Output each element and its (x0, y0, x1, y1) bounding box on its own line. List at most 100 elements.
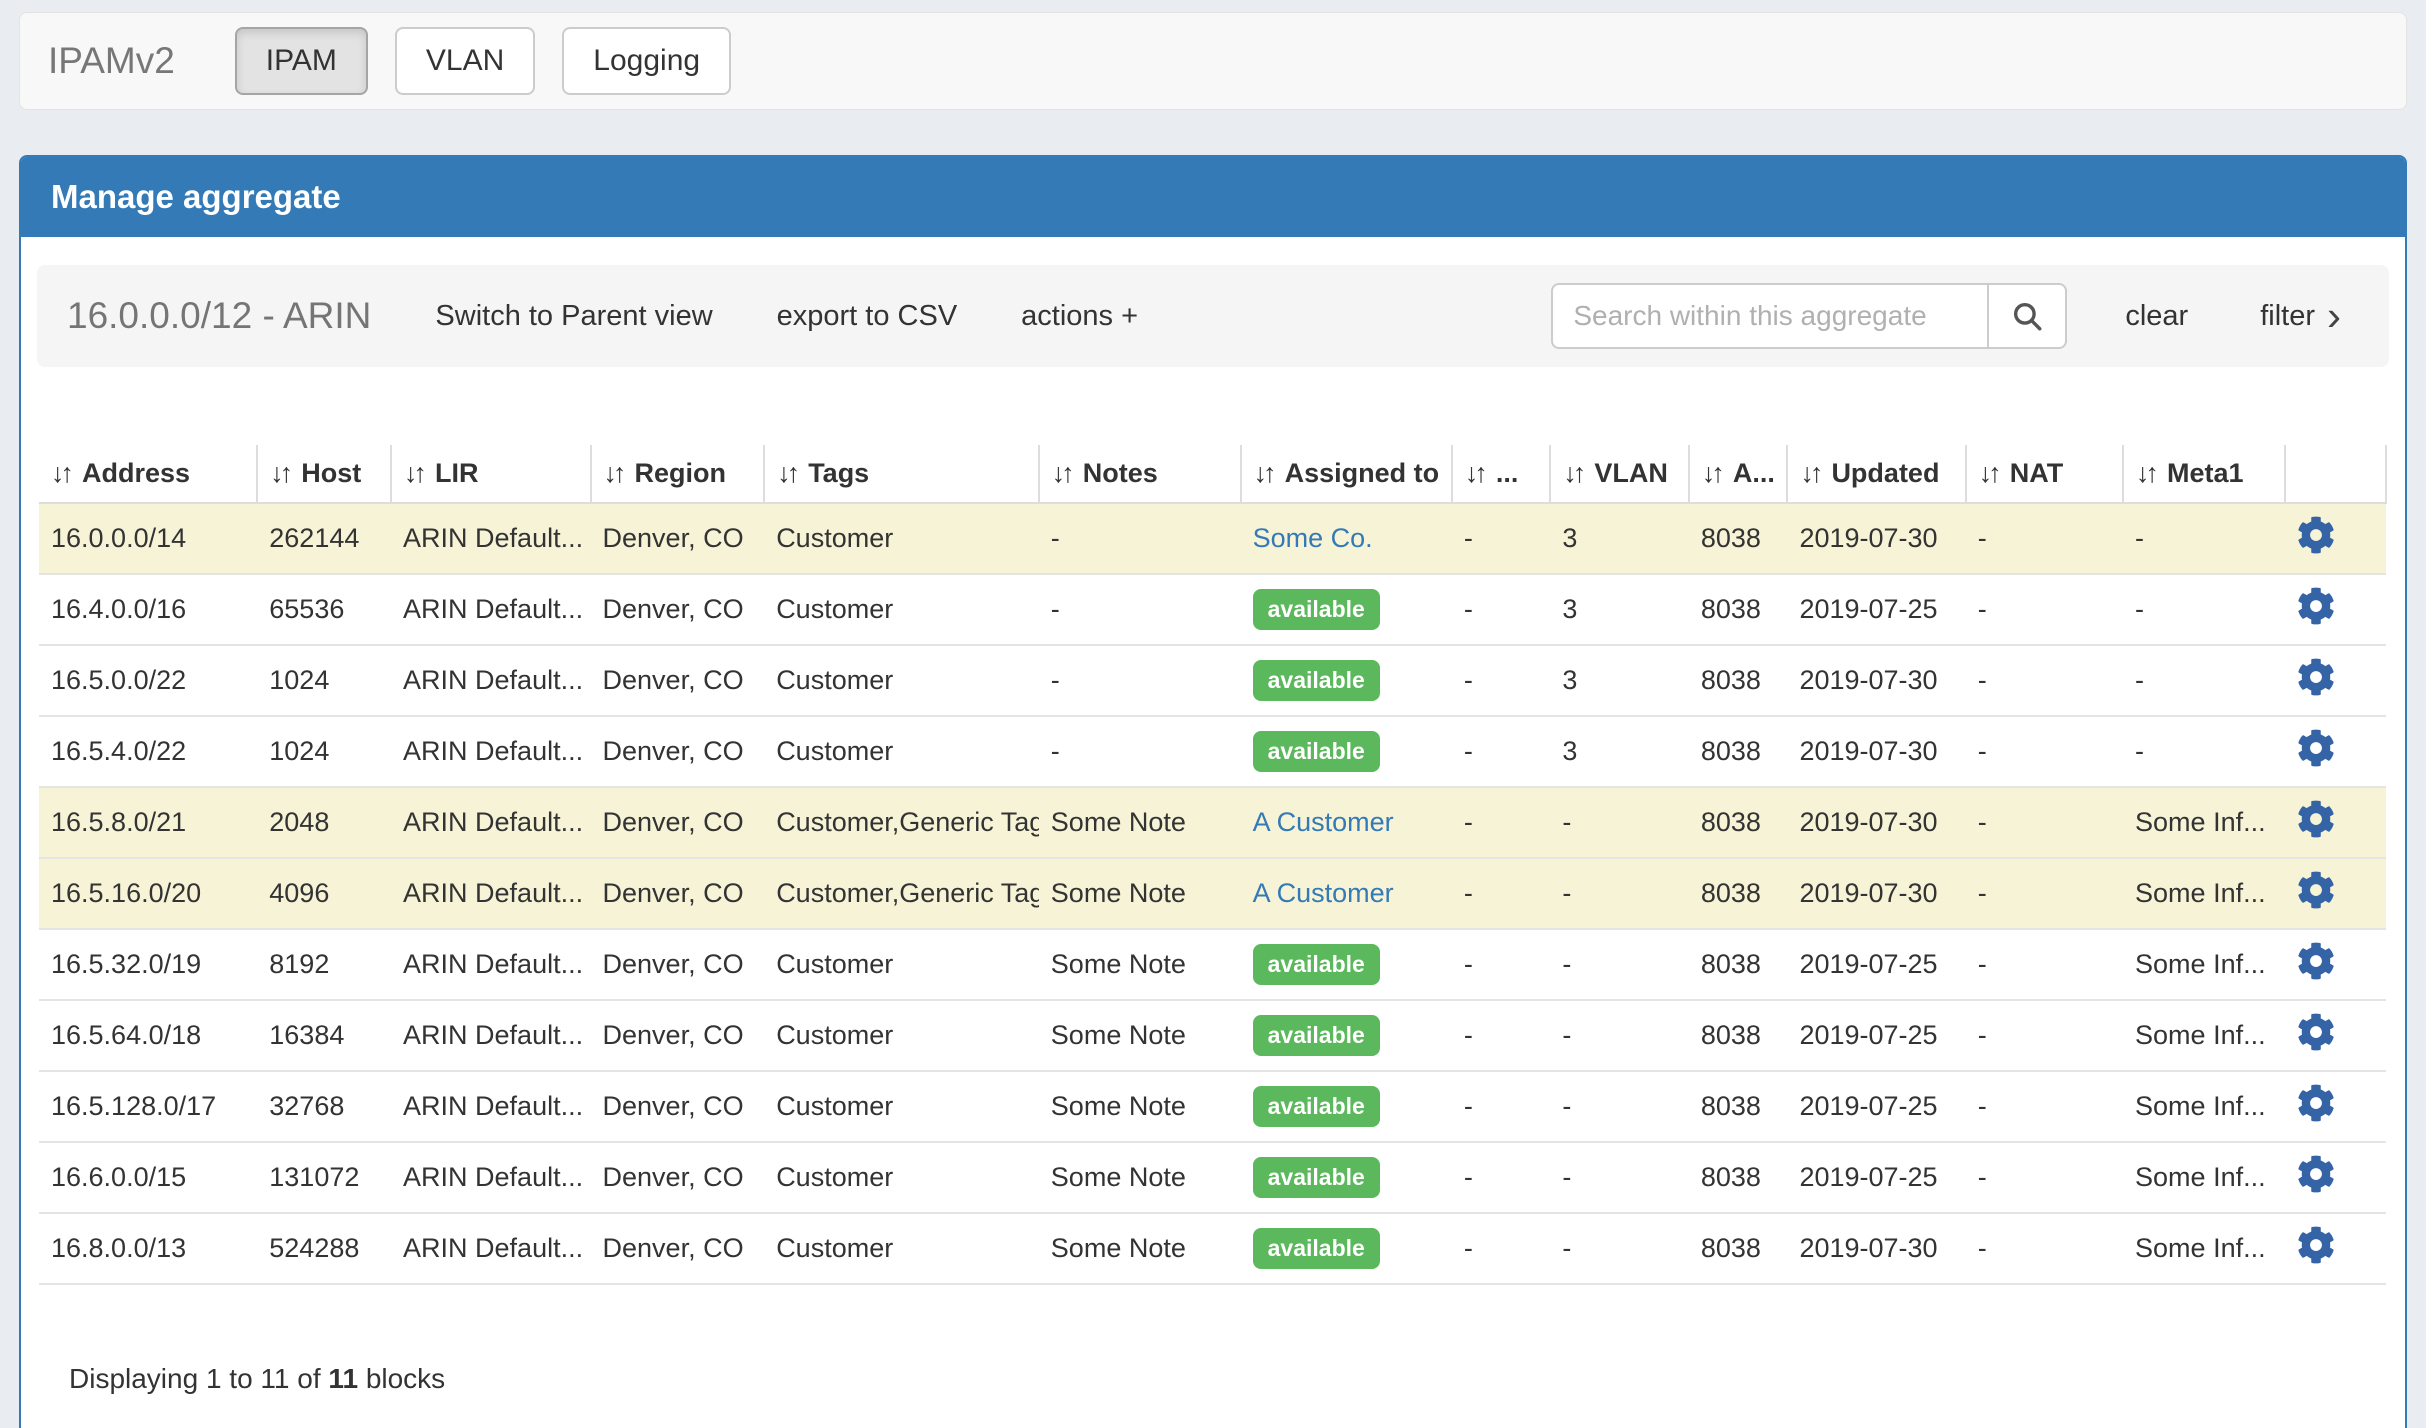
table-row[interactable]: 16.8.0.0/13 524288 ARIN Default... Denve… (39, 1213, 2386, 1284)
assigned-link[interactable]: A Customer (1253, 878, 1394, 908)
footer-prefix: Displaying 1 to 11 of (69, 1363, 321, 1394)
table-row[interactable]: 16.6.0.0/15 131072 ARIN Default... Denve… (39, 1142, 2386, 1213)
table-row[interactable]: 16.5.128.0/17 32768 ARIN Default... Denv… (39, 1071, 2386, 1142)
table-row[interactable]: 16.5.8.0/21 2048 ARIN Default... Denver,… (39, 787, 2386, 858)
tab-logging[interactable]: Logging (562, 27, 731, 95)
table-row[interactable]: 16.5.16.0/20 4096 ARIN Default... Denver… (39, 858, 2386, 929)
column-header-address[interactable]: ↓↑Address (39, 445, 257, 503)
column-header-lir[interactable]: ↓↑LIR (391, 445, 590, 503)
cell-a-truncated: 8038 (1689, 716, 1788, 787)
column-label: NAT (2010, 458, 2064, 488)
column-label: LIR (435, 458, 479, 488)
cell-vlan: 3 (1550, 503, 1688, 574)
cell-nat: - (1966, 645, 2123, 716)
table-row[interactable]: 16.5.0.0/22 1024 ARIN Default... Denver,… (39, 645, 2386, 716)
sort-icon: ↓↑ (1465, 458, 1484, 488)
tab-ipam[interactable]: IPAM (235, 27, 368, 95)
cell-tags: Customer (764, 1071, 1039, 1142)
search-button[interactable] (1989, 283, 2067, 349)
cell-address: 16.6.0.0/15 (39, 1142, 257, 1213)
table-row[interactable]: 16.0.0.0/14 262144 ARIN Default... Denve… (39, 503, 2386, 574)
gear-icon[interactable] (2297, 1013, 2335, 1051)
cell-meta1: Some Inf... (2123, 1142, 2285, 1213)
cell-notes: Some Note (1039, 1213, 1241, 1284)
cell-a-truncated: 8038 (1689, 503, 1788, 574)
cell-tags: Customer (764, 1213, 1039, 1284)
cell-a-truncated: 8038 (1689, 787, 1788, 858)
cell-notes: Some Note (1039, 1071, 1241, 1142)
cell-tags: Customer (764, 1142, 1039, 1213)
gear-icon[interactable] (2297, 1084, 2335, 1122)
cell-region: Denver, CO (591, 1071, 765, 1142)
status-badge: available (1253, 660, 1380, 701)
gear-icon[interactable] (2297, 871, 2335, 909)
status-badge: available (1253, 1086, 1380, 1127)
cell-tags: Customer (764, 503, 1039, 574)
cell-meta1: - (2123, 574, 2285, 645)
panel-header: Manage aggregate (21, 157, 2405, 237)
cell-tags: Customer (764, 645, 1039, 716)
cell-truncated: - (1452, 1000, 1551, 1071)
column-header-meta1[interactable]: ↓↑Meta1 (2123, 445, 2285, 503)
cell-a-truncated: 8038 (1689, 645, 1788, 716)
cell-a-truncated: 8038 (1689, 929, 1788, 1000)
export-csv-link[interactable]: export to CSV (777, 300, 958, 333)
cell-nat: - (1966, 1213, 2123, 1284)
column-header-region[interactable]: ↓↑Region (591, 445, 765, 503)
column-header-vlan[interactable]: ↓↑VLAN (1550, 445, 1688, 503)
cell-nat: - (1966, 1071, 2123, 1142)
status-badge: available (1253, 1015, 1380, 1056)
aggregate-toolbar: 16.0.0.0/12 - ARIN Switch to Parent view… (37, 265, 2389, 367)
aggregate-title: 16.0.0.0/12 - ARIN (67, 295, 371, 337)
gear-icon[interactable] (2297, 729, 2335, 767)
table-row[interactable]: 16.5.4.0/22 1024 ARIN Default... Denver,… (39, 716, 2386, 787)
gear-icon[interactable] (2297, 1226, 2335, 1264)
cell-assigned-to: available (1241, 929, 1452, 1000)
cell-a-truncated: 8038 (1689, 574, 1788, 645)
column-header-notes[interactable]: ↓↑Notes (1039, 445, 1241, 503)
column-header-a-truncated[interactable]: ↓↑A... (1689, 445, 1788, 503)
tab-vlan[interactable]: VLAN (395, 27, 535, 95)
sort-icon: ↓↑ (604, 458, 623, 488)
cell-address: 16.5.8.0/21 (39, 787, 257, 858)
cell-meta1: - (2123, 503, 2285, 574)
app-brand: IPAMv2 (48, 40, 175, 82)
table-row[interactable]: 16.5.64.0/18 16384 ARIN Default... Denve… (39, 1000, 2386, 1071)
column-header-tags[interactable]: ↓↑Tags (764, 445, 1039, 503)
cell-assigned-to: available (1241, 645, 1452, 716)
cell-assigned-to: A Customer (1241, 858, 1452, 929)
filter-link[interactable]: filter › (2260, 295, 2341, 337)
column-header-nat[interactable]: ↓↑ NAT (1966, 445, 2123, 503)
cell-nat: - (1966, 503, 2123, 574)
assigned-link[interactable]: Some Co. (1253, 523, 1373, 553)
column-header-truncated[interactable]: ↓↑... (1452, 445, 1551, 503)
switch-parent-view-link[interactable]: Switch to Parent view (435, 300, 712, 333)
gear-icon[interactable] (2297, 800, 2335, 838)
gear-icon[interactable] (2297, 516, 2335, 554)
column-header-assigned-to[interactable]: ↓↑Assigned to (1241, 445, 1452, 503)
actions-menu-link[interactable]: actions + (1021, 300, 1138, 333)
cell-notes: - (1039, 574, 1241, 645)
clear-link[interactable]: clear (2125, 300, 2188, 333)
gear-icon[interactable] (2297, 1155, 2335, 1193)
cell-truncated: - (1452, 574, 1551, 645)
gear-icon[interactable] (2297, 658, 2335, 696)
cell-meta1: Some Inf... (2123, 1071, 2285, 1142)
cell-a-truncated: 8038 (1689, 1142, 1788, 1213)
search-input[interactable] (1551, 283, 1989, 349)
cell-host: 4096 (257, 858, 391, 929)
cell-region: Denver, CO (591, 1000, 765, 1071)
gear-icon[interactable] (2297, 942, 2335, 980)
cell-notes: Some Note (1039, 787, 1241, 858)
column-label: VLAN (1594, 458, 1668, 488)
gear-icon[interactable] (2297, 587, 2335, 625)
column-header-updated[interactable]: ↓↑Updated (1787, 445, 1965, 503)
table-row[interactable]: 16.5.32.0/19 8192 ARIN Default... Denver… (39, 929, 2386, 1000)
table-row[interactable]: 16.4.0.0/16 65536 ARIN Default... Denver… (39, 574, 2386, 645)
assigned-link[interactable]: A Customer (1253, 807, 1394, 837)
sort-icon: ↓↑ (270, 458, 289, 488)
sort-icon: ↓↑ (1979, 458, 1998, 488)
cell-tags: Customer,Generic Tag (764, 858, 1039, 929)
column-header-actions (2285, 445, 2386, 503)
column-header-host[interactable]: ↓↑Host (257, 445, 391, 503)
